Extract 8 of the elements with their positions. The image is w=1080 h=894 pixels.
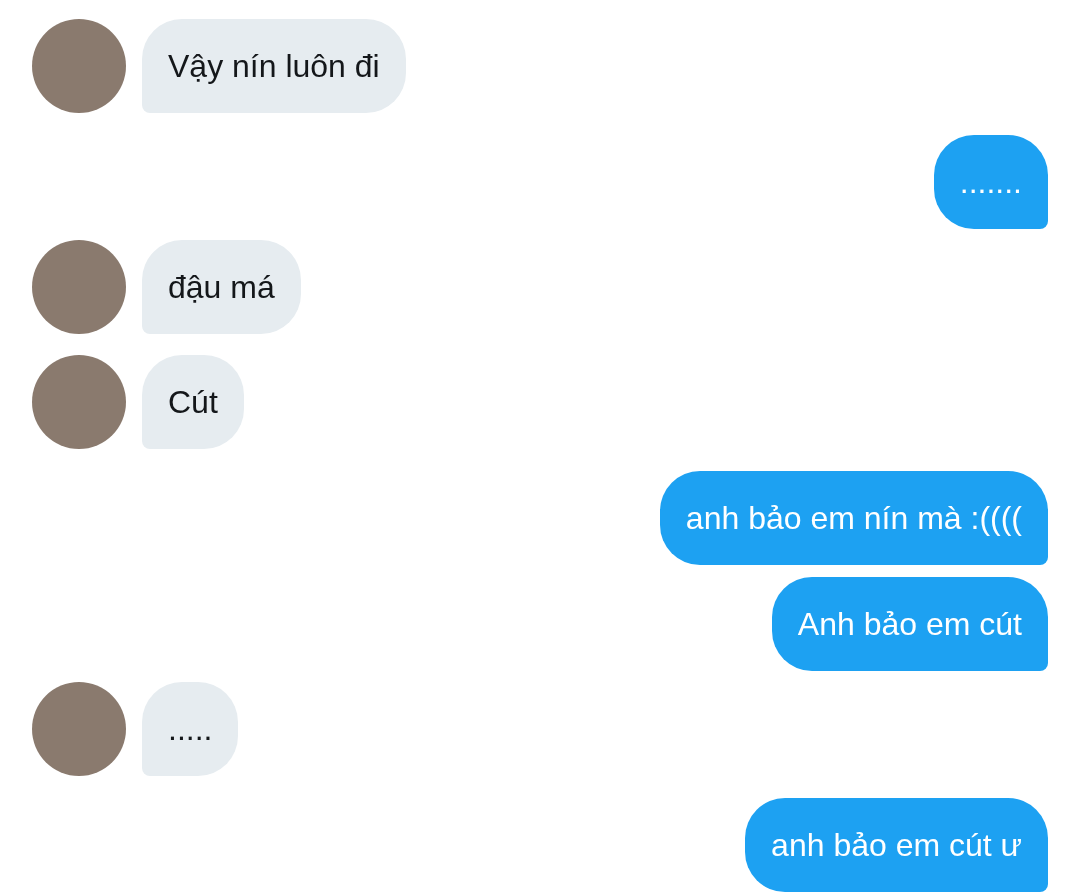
message-bubble: anh bảo em nín mà :(((( [659,471,1048,565]
message-bubble: Anh bảo em cút [771,577,1048,671]
message-bubble: đậu má [142,240,301,334]
message-bubble: Vậy nín luôn đi [142,19,406,113]
message-bubble: Cút [142,355,244,449]
message-bubble: ....... [933,135,1048,229]
message-bubble: ..... [142,682,239,776]
message-bubble: anh bảo em cút ư [745,798,1048,892]
